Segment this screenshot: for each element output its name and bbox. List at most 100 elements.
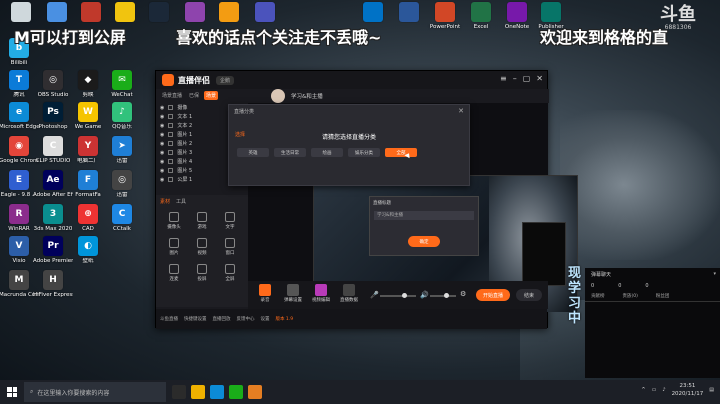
lock-icon[interactable] [168, 141, 174, 146]
desktop-shortcut[interactable]: V Visio [2, 236, 36, 265]
edge-icon[interactable] [210, 385, 224, 399]
desktop-shortcut[interactable]: C CCtalk [105, 204, 139, 233]
source-item[interactable]: 投屏 [188, 264, 216, 282]
tab-scene-live[interactable]: 场景直播 [160, 91, 184, 100]
dialog-close-icon[interactable]: ✕ [458, 107, 464, 115]
desktop-shortcut[interactable]: ⊕ CAD [71, 204, 105, 233]
maximize-icon[interactable]: ▢ [523, 74, 531, 83]
desktop-shortcut[interactable] [108, 2, 142, 24]
desktop-shortcut[interactable] [356, 2, 390, 24]
speaker-slider[interactable] [430, 293, 456, 298]
desktop-shortcut[interactable]: Excel [464, 2, 498, 31]
tab-scene[interactable]: 场景 [204, 90, 219, 100]
source-item[interactable]: 摄像头 [160, 212, 188, 230]
mic-slider[interactable] [380, 293, 416, 298]
desktop-shortcut[interactable]: ◆ 剪映 [71, 70, 105, 99]
taskbar-search[interactable]: ⌕ 在这里输入你要搜索的内容 [24, 382, 166, 402]
lock-icon[interactable] [168, 150, 174, 155]
mic-icon[interactable]: 🎤 [370, 291, 379, 299]
video-edit-button[interactable]: 视频编辑 [308, 284, 334, 303]
category-option[interactable]: 娱乐分类 [348, 148, 380, 157]
source-item[interactable]: 视频 [188, 238, 216, 256]
task-view-icon[interactable] [172, 385, 186, 399]
source-item[interactable]: 窗口 [216, 238, 244, 256]
desktop-shortcut[interactable]: C CLIP STUDIO [36, 136, 70, 165]
eye-icon[interactable]: ◉ [160, 105, 164, 111]
settings-gear-icon[interactable]: ⚙ [460, 290, 466, 298]
speaker-slider-knob[interactable] [444, 293, 449, 298]
chat-col-contrib[interactable]: 贡献榜 [591, 293, 605, 299]
footer-item[interactable]: 直播回放 [213, 316, 231, 322]
desktop-shortcut[interactable] [40, 2, 74, 24]
source-item[interactable]: 游戏 [188, 212, 216, 230]
desktop-shortcut[interactable]: ♪ QQ音乐 [105, 102, 139, 131]
desktop-shortcut[interactable]: W We Game [71, 102, 105, 131]
danmaku-button[interactable]: 弹幕设置 [280, 284, 306, 303]
desktop-shortcut[interactable]: T 腾讯 [2, 70, 36, 99]
scene-item[interactable]: ◉ 图片 2 [156, 139, 231, 148]
lock-icon[interactable] [168, 177, 174, 182]
desktop-shortcut[interactable]: MMacrunda Comp [0, 270, 39, 299]
desktop-shortcut[interactable]: Y 电脑二厂 [71, 136, 105, 165]
start-button[interactable] [0, 380, 24, 404]
mic-slider-knob[interactable] [402, 293, 407, 298]
desktop-shortcut[interactable] [392, 2, 426, 24]
file-explorer-icon[interactable] [191, 385, 205, 399]
desktop-shortcut[interactable]: 3 3ds Max 2020 [34, 204, 72, 233]
speaker-icon[interactable]: 🔊 [420, 291, 429, 299]
close-icon[interactable]: ✕ [536, 74, 543, 83]
source-item[interactable]: 文字 [216, 212, 244, 230]
footer-item[interactable]: 快捷键设置 [184, 316, 207, 322]
end-live-button[interactable]: 结束 [516, 289, 542, 301]
chat-collapse-icon[interactable]: ▾ [713, 271, 716, 277]
desktop-shortcut[interactable]: H HiFiver Express [33, 270, 73, 299]
room-title[interactable]: 学习&和主播 [291, 92, 323, 100]
desktop-shortcut[interactable]: Pr Adobe Premiere [33, 236, 73, 265]
footer-item[interactable]: 斗鱼直播 [160, 316, 178, 322]
chrome-icon[interactable] [229, 385, 243, 399]
lock-icon[interactable] [168, 123, 174, 128]
network-icon[interactable]: ▭ [652, 387, 657, 393]
eye-icon[interactable]: ◉ [160, 141, 164, 147]
source-item[interactable]: 连麦 [160, 264, 188, 282]
eye-icon[interactable]: ◉ [160, 132, 164, 138]
app-titlebar[interactable]: 直播伴侣 企鹅 ≡ – ▢ ✕ [156, 71, 547, 89]
footer-item[interactable]: 设置 [261, 316, 270, 322]
notification-icon[interactable]: ▤ [709, 387, 714, 393]
lock-icon[interactable] [168, 114, 174, 119]
scene-item[interactable]: ◉ 摄像 [156, 103, 231, 112]
record-button[interactable]: 录音 [252, 284, 278, 303]
menu-icon[interactable]: ≡ [500, 74, 507, 83]
desktop-shortcut[interactable]: ◎ OBS Studio [36, 70, 70, 99]
lock-icon[interactable] [168, 159, 174, 164]
scene-item[interactable]: ◉ 文本 2 [156, 121, 231, 130]
scene-item[interactable]: ◉ 图片 3 [156, 148, 231, 157]
desktop-shortcut[interactable] [178, 2, 212, 24]
desktop-shortcut[interactable] [142, 2, 176, 24]
desktop-shortcut[interactable]: Ae Adobe After Effects 2020 [33, 170, 73, 199]
eye-icon[interactable]: ◉ [160, 123, 164, 129]
clock[interactable]: 23:51 2020/11/17 [672, 382, 704, 398]
tray-chevron-icon[interactable]: ^ [641, 387, 645, 393]
desktop-shortcut[interactable]: ◉ Google Chrome [0, 136, 39, 165]
eye-icon[interactable]: ◉ [160, 114, 164, 120]
lock-icon[interactable] [168, 132, 174, 137]
desktop-shortcut[interactable]: ◐ 壁纸 [71, 236, 105, 265]
desktop-shortcut[interactable]: OneNote [500, 2, 534, 31]
lock-icon[interactable] [168, 105, 174, 110]
category-option[interactable]: 英雄 [237, 148, 269, 157]
desktop-shortcut[interactable] [4, 2, 38, 24]
app-badge[interactable]: 企鹅 [216, 75, 235, 85]
scene-item[interactable]: ◉ 图片 1 [156, 130, 231, 139]
scene-item[interactable]: ◉ 公屏 1 [156, 175, 231, 184]
eye-icon[interactable]: ◉ [160, 177, 164, 183]
desktop-shortcut[interactable] [248, 2, 282, 24]
chat-col-noble[interactable]: 贵族(0) [623, 293, 638, 299]
desktop-shortcut[interactable]: ◎ 迅雷 [105, 170, 139, 199]
minimize-icon[interactable]: – [513, 74, 517, 83]
live-app-icon[interactable] [248, 385, 262, 399]
desktop-shortcut[interactable] [74, 2, 108, 24]
category-option[interactable]: 绘画 [311, 148, 343, 157]
eye-icon[interactable]: ◉ [160, 168, 164, 174]
eye-icon[interactable]: ◉ [160, 159, 164, 165]
